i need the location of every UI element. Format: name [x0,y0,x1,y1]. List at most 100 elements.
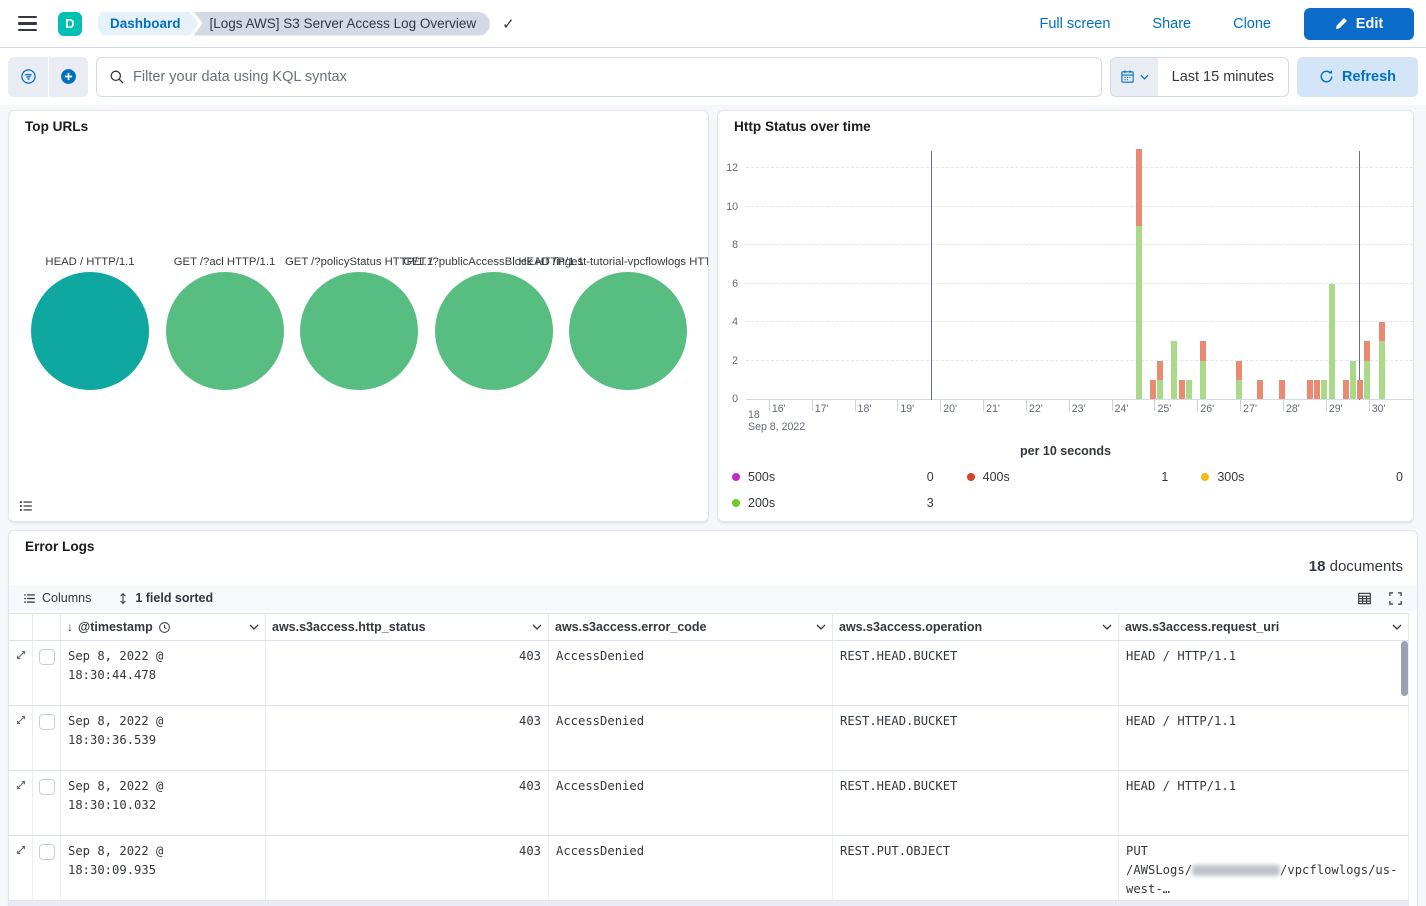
expand-row-icon[interactable] [15,844,27,856]
bar-400s[interactable] [1257,380,1263,399]
cell-error_code[interactable]: AccessDenied [549,641,833,705]
cell-timestamp[interactable]: Sep 8, 2022 @ 18:30:44.478 [61,641,266,705]
bar-200s[interactable] [1321,380,1327,399]
bar-200s[interactable] [1236,380,1242,399]
cell-request_uri[interactable]: HEAD / HTTP/1.1 [1119,641,1409,705]
cell-operation[interactable]: REST.HEAD.BUCKET [833,641,1119,705]
saved-queries-icon[interactable] [8,57,48,97]
legend-item[interactable]: 200s3 [732,490,934,516]
row-checkbox[interactable] [39,779,55,795]
bar-400s[interactable] [1279,380,1285,399]
bar-400s[interactable] [1200,341,1206,360]
column-header-label: @timestamp [78,620,153,634]
chevron-down-icon [1140,74,1149,80]
expand-row-icon[interactable] [15,649,27,661]
chevron-down-icon [1102,624,1112,630]
time-range-button[interactable]: Last 15 minutes [1158,69,1288,85]
column-header-operation[interactable]: aws.s3access.operation [833,614,1119,640]
cell-timestamp[interactable]: Sep 8, 2022 @ 18:30:09.935 [61,836,266,900]
columns-button[interactable]: Columns [23,591,91,605]
bar-200s[interactable] [1171,341,1177,399]
pie-slice[interactable] [569,272,687,390]
pie-slice[interactable] [435,272,553,390]
column-header-error_code[interactable]: aws.s3access.error_code [549,614,833,640]
fullscreen-icon[interactable] [1388,591,1403,606]
share-button[interactable]: Share [1152,16,1191,32]
pie-slice[interactable] [166,272,284,390]
column-header-label: aws.s3access.request_uri [1125,620,1279,634]
add-filter-icon[interactable] [48,57,88,97]
column-header-http_status[interactable]: aws.s3access.http_status [266,614,549,640]
cell-http_status[interactable]: 403 [266,836,549,900]
bar-400s[interactable] [1357,380,1363,399]
vertical-scrollbar[interactable] [1401,641,1408,696]
pie-slice[interactable] [300,272,418,390]
x-axis-tick [897,400,898,411]
cell-error_code[interactable]: AccessDenied [549,771,833,835]
bar-400s[interactable] [1314,380,1320,399]
sort-fields-button[interactable]: 1 field sorted [117,591,213,605]
bar-400s[interactable] [1136,149,1142,226]
table-row: Sep 8, 2022 @ 18:30:44.478403AccessDenie… [9,641,1409,706]
cell-operation[interactable]: REST.HEAD.BUCKET [833,706,1119,770]
cell-error_code[interactable]: AccessDenied [549,836,833,900]
bar-400s[interactable] [1343,380,1349,399]
y-axis-label: 0 [732,393,738,405]
clone-button[interactable]: Clone [1233,16,1271,32]
chevron-down-icon [816,624,826,630]
cell-timestamp[interactable]: Sep 8, 2022 @ 18:30:10.032 [61,771,266,835]
cell-timestamp[interactable]: Sep 8, 2022 @ 18:30:36.539 [61,706,266,770]
expand-row-icon[interactable] [15,779,27,791]
legend-item[interactable]: 400s1 [967,464,1169,490]
legend-value: 1 [1161,470,1168,484]
breadcrumb-dashboard[interactable]: Dashboard [98,12,199,36]
bar-400s[interactable] [1179,380,1185,399]
bar-400s[interactable] [1157,361,1163,380]
cell-http_status[interactable]: 403 [266,706,549,770]
cell-operation[interactable]: REST.PUT.OBJECT [833,836,1119,900]
bar-200s[interactable] [1329,284,1335,400]
row-checkbox[interactable] [39,649,55,665]
bar-200s[interactable] [1364,361,1370,400]
bar-400s[interactable] [1364,341,1370,360]
deployment-logo[interactable]: D [58,12,82,36]
full-screen-button[interactable]: Full screen [1039,16,1110,32]
http-status-panel: Http Status over time 02468101216'17'18'… [717,110,1414,522]
x-axis-tick [940,400,941,411]
cell-request_uri[interactable]: HEAD / HTTP/1.1 [1119,706,1409,770]
expand-row-icon[interactable] [15,714,27,726]
calendar-dropdown[interactable] [1111,58,1158,96]
column-header-request_uri[interactable]: aws.s3access.request_uri [1119,614,1409,640]
y-axis-label: 4 [732,316,738,328]
legend-item[interactable]: 500s0 [732,464,934,490]
bar-400s[interactable] [1236,361,1242,380]
kql-search-input[interactable] [133,69,1089,85]
bar-200s[interactable] [1157,380,1163,399]
bar-200s[interactable] [1350,361,1356,400]
cell-request_uri[interactable]: PUT/AWSLogs//vpcflowlogs/us-west-… [1119,836,1409,900]
cell-http_status[interactable]: 403 [266,641,549,705]
menu-icon[interactable] [8,4,48,44]
bar-200s[interactable] [1200,361,1206,400]
pie-slice[interactable] [31,272,149,390]
edit-button[interactable]: Edit [1304,8,1414,40]
horizontal-scrollbar[interactable] [9,901,1409,906]
gridline [746,167,1413,168]
row-checkbox[interactable] [39,844,55,860]
bar-400s[interactable] [1307,380,1313,399]
bar-200s[interactable] [1379,341,1385,399]
display-options-icon[interactable] [1357,591,1372,606]
cell-operation[interactable]: REST.HEAD.BUCKET [833,771,1119,835]
column-header-timestamp[interactable]: ↓@timestamp [61,614,266,640]
cell-http_status[interactable]: 403 [266,771,549,835]
bar-200s[interactable] [1136,226,1142,399]
cell-request_uri[interactable]: HEAD / HTTP/1.1 [1119,771,1409,835]
legend-item[interactable]: 300s0 [1201,464,1403,490]
refresh-button[interactable]: Refresh [1297,57,1418,97]
row-checkbox[interactable] [39,714,55,730]
bar-400s[interactable] [1150,380,1156,399]
bar-400s[interactable] [1379,322,1385,341]
bar-200s[interactable] [1186,380,1192,399]
cell-error_code[interactable]: AccessDenied [549,706,833,770]
legend-toggle-icon[interactable] [19,499,33,513]
